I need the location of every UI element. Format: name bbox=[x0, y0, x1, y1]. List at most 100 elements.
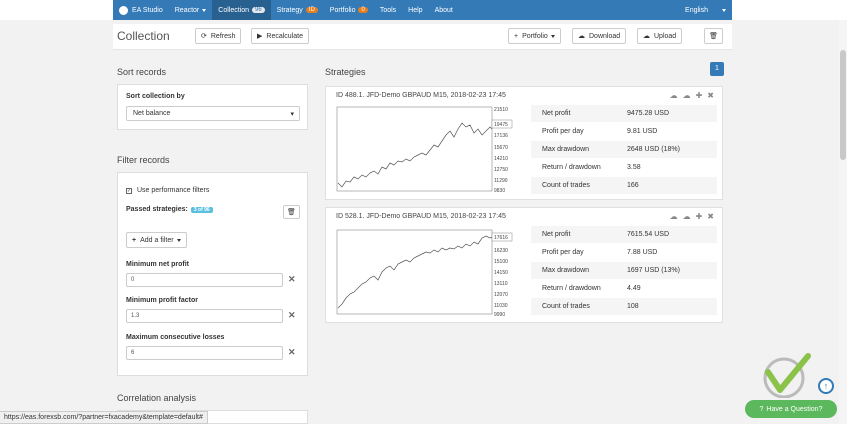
use-performance-label: Use performance filters bbox=[137, 187, 210, 194]
stat-name: Profit per day bbox=[542, 249, 584, 256]
refresh-button[interactable]: ⟳ Refresh bbox=[195, 28, 242, 44]
use-performance-checkbox[interactable]: ✓ bbox=[126, 188, 132, 194]
nav-item-collection[interactable]: Collection 96 bbox=[212, 0, 271, 20]
nav-item-about[interactable]: About bbox=[429, 0, 459, 20]
page-header: Collection ⟳ Refresh ▶ Recalculate + Por… bbox=[113, 24, 732, 50]
play-icon: ▶ bbox=[257, 33, 263, 40]
remove-filter-icon[interactable]: ✕ bbox=[288, 347, 296, 358]
close-icon[interactable]: ✖ bbox=[707, 212, 714, 221]
strategy-stats-1: Net profit 9475.28 USD Profit per day 9.81… bbox=[531, 105, 717, 195]
portfolio-button[interactable]: + Portfolio bbox=[508, 28, 561, 44]
min-profit-factor-input[interactable]: 1.3 bbox=[126, 309, 283, 323]
download-button[interactable]: ☁ Download bbox=[572, 28, 627, 44]
min-net-profit-input[interactable]: 0 bbox=[126, 273, 283, 287]
cloud-upload-icon[interactable]: ☁ bbox=[683, 91, 691, 100]
ea-studio-logo-icon bbox=[119, 5, 128, 15]
stat-row: Count of trades 166 bbox=[531, 177, 717, 195]
close-icon[interactable]: ✖ bbox=[707, 91, 714, 100]
upload-label: Upload bbox=[654, 32, 677, 40]
passed-count-badge: 3 of 96 bbox=[190, 207, 213, 213]
remove-filter-icon[interactable]: ✕ bbox=[288, 310, 296, 321]
clear-filters-button[interactable]: 🗑 bbox=[283, 205, 300, 219]
chevron-down-icon bbox=[722, 8, 726, 12]
nav-brand[interactable]: EA Studio bbox=[113, 0, 169, 20]
collection-count-badge: 96 bbox=[252, 7, 265, 13]
sort-by-select[interactable]: Net balance bbox=[126, 106, 300, 121]
remove-filter-icon[interactable]: ✕ bbox=[288, 274, 296, 285]
balance-chart-1: 21510 19475 17136 15670 14210 12750 1129… bbox=[336, 105, 518, 194]
plus-icon[interactable]: ✚ bbox=[696, 91, 703, 100]
language-selector[interactable]: English bbox=[679, 0, 732, 20]
chart-frame bbox=[336, 106, 493, 192]
browser-status-bar: https://eas.forexsb.com/?partner=fxacade… bbox=[0, 411, 208, 424]
stat-name: Count of trades bbox=[542, 303, 590, 310]
nav-item-tools[interactable]: Tools bbox=[374, 0, 402, 20]
stat-row: Return / drawdown 3.58 bbox=[531, 159, 717, 177]
stat-value: 108 bbox=[627, 303, 639, 310]
portfolio-count-badge: 0 bbox=[358, 7, 368, 13]
strategy-card-2[interactable]: ID 528.1. JFD-Demo GBPAUD M15, 2018-02-2… bbox=[325, 207, 723, 323]
page-scrollbar[interactable] bbox=[839, 20, 847, 424]
cloud-download-icon[interactable]: ☁ bbox=[670, 91, 678, 100]
stat-value: 7.88 USD bbox=[627, 249, 658, 256]
stat-value: 2648 USD (18%) bbox=[627, 146, 680, 153]
stat-row: Profit per day 9.81 USD bbox=[531, 123, 717, 141]
nav-item-label: About bbox=[434, 6, 453, 14]
strategy-card-1[interactable]: ID 488.1. JFD-Demo GBPAUD M15, 2018-02-2… bbox=[325, 86, 723, 200]
stat-value: 9.81 USD bbox=[627, 128, 658, 135]
scrollbar-thumb[interactable] bbox=[840, 50, 846, 160]
balance-chart-svg: 21510 19475 17136 15670 14210 12750 1129… bbox=[336, 106, 513, 194]
cloud-upload-icon[interactable]: ☁ bbox=[683, 212, 691, 221]
upload-button[interactable]: ☁ Upload bbox=[637, 28, 683, 44]
y-tick-label: 19475 bbox=[494, 122, 508, 128]
have-a-question-button[interactable]: ? Have a Question? bbox=[745, 400, 837, 418]
cloud-download-icon[interactable]: ☁ bbox=[670, 212, 678, 221]
min-profit-factor-label: Minimum profit factor bbox=[126, 297, 198, 304]
add-filter-label: Add a filter bbox=[140, 236, 174, 244]
y-tick-label: 14210 bbox=[494, 156, 508, 162]
stat-row: Return / drawdown 4.49 bbox=[531, 280, 717, 298]
chevron-down-icon bbox=[550, 34, 555, 38]
y-tick-label: 15100 bbox=[494, 259, 508, 265]
add-filter-button[interactable]: + Add a filter bbox=[126, 232, 187, 248]
delete-button[interactable]: 🗑 bbox=[704, 28, 723, 44]
download-label: Download bbox=[589, 32, 621, 40]
stat-value: 7615.54 USD bbox=[627, 231, 670, 238]
trash-icon: 🗑 bbox=[709, 33, 718, 40]
y-tick-label: 12750 bbox=[494, 167, 508, 173]
stat-row: Max drawdown 1697 USD (13%) bbox=[531, 262, 717, 280]
recalculate-label: Recalculate bbox=[266, 32, 303, 40]
nav-item-portfolio[interactable]: Portfolio 0 bbox=[324, 0, 374, 20]
trash-icon: 🗑 bbox=[287, 209, 296, 216]
plus-icon[interactable]: ✚ bbox=[696, 212, 703, 221]
y-tick-label: 15670 bbox=[494, 145, 508, 151]
min-net-profit-label: Minimum net profit bbox=[126, 261, 189, 268]
scroll-to-top-button[interactable]: ↑ bbox=[818, 378, 834, 394]
stat-name: Net profit bbox=[542, 231, 571, 238]
page-number-badge[interactable]: 1 bbox=[710, 62, 724, 76]
stat-row: Max drawdown 2648 USD (18%) bbox=[531, 141, 717, 159]
y-tick-label: 16230 bbox=[494, 248, 508, 254]
filter-panel: ✓ Use performance filters Passed strateg… bbox=[117, 172, 308, 376]
passed-label-text: Passed strategies: bbox=[126, 206, 188, 213]
stat-value: 9475.28 USD bbox=[627, 110, 670, 117]
sort-by-value: Net balance bbox=[133, 110, 171, 117]
strategy-stats-2: Net profit 7615.54 USD Profit per day 7.88… bbox=[531, 226, 717, 316]
chart-frame bbox=[336, 229, 493, 315]
max-consec-losses-input[interactable]: 6 bbox=[126, 346, 283, 360]
nav-item-label: Reactor bbox=[174, 6, 200, 14]
nav-item-strategy[interactable]: Strategy ID bbox=[271, 0, 324, 20]
recalculate-button[interactable]: ▶ Recalculate bbox=[251, 28, 309, 44]
help-button-label: Have a Question? bbox=[766, 405, 823, 413]
sort-records-title: Sort records bbox=[117, 67, 167, 77]
passed-strategies-label: Passed strategies: 3 of 96 bbox=[126, 206, 213, 213]
nav-item-reactor[interactable]: Reactor bbox=[169, 0, 213, 20]
strategies-title: Strategies bbox=[325, 67, 366, 77]
y-tick-label: 11290 bbox=[494, 178, 508, 184]
stat-row: Count of trades 108 bbox=[531, 298, 717, 316]
strategy-title: ID 488.1. JFD-Demo GBPAUD M15, 2018-02-2… bbox=[336, 92, 506, 99]
stat-name: Max drawdown bbox=[542, 146, 590, 153]
nav-item-help[interactable]: Help bbox=[402, 0, 428, 20]
nav-item-label: Strategy bbox=[276, 6, 303, 14]
y-tick-label: 9830 bbox=[494, 188, 505, 193]
